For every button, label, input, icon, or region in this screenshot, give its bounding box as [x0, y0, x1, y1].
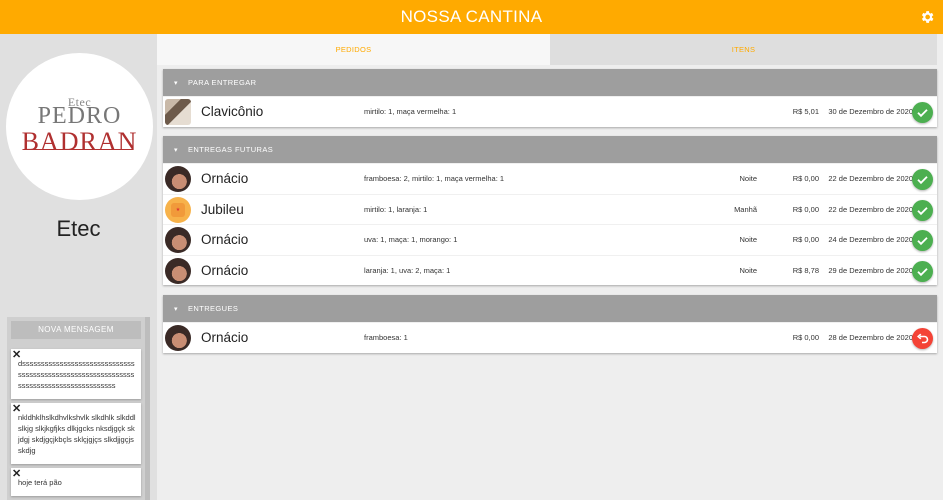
order-date: 22 de Dezembro de 2020 [828, 174, 913, 183]
undo-icon [916, 333, 929, 344]
section-entregas-futuras: ▾ ENTREGAS FUTURAS Ornácio framboesa: 2, … [163, 136, 937, 285]
avatar [165, 227, 191, 253]
order-row: Ornácio framboesa: 2, mirtilo: 1, maça v… [163, 163, 937, 194]
deliver-button[interactable] [912, 260, 933, 282]
message-card: ✕ dsssssssssssssssssssssssssssssssssssss… [11, 349, 141, 399]
new-message-button[interactable]: NOVA MENSAGEM [11, 321, 141, 339]
order-date: 29 de Dezembro de 2020 [828, 265, 913, 275]
order-items: mirtilo: 1, maça vermelha: 1 [364, 107, 457, 116]
order-date: 22 de Dezembro de 2020 [828, 204, 913, 214]
section-header[interactable]: ▾ PARA ENTREGAR [163, 69, 937, 96]
section-title: PARA ENTREGAR [188, 78, 257, 87]
message-text: nkldhklhslkdhvlkshvlk slkdhlk slkddl slk… [18, 413, 136, 455]
message-text: dsssssssssssssssssssssssssssssssssssssss… [18, 359, 135, 390]
order-date: 30 de Dezembro de 2020 [828, 107, 913, 116]
chevron-down-icon: ▾ [174, 80, 178, 87]
check-icon [917, 176, 928, 185]
section-para-entregar: ▾ PARA ENTREGAR Clavicônio mirtilo: 1, ma… [163, 69, 937, 127]
order-period: Manhã [734, 204, 757, 214]
order-price: R$ 0,00 [792, 333, 819, 342]
tab-itens[interactable]: ITENS [550, 34, 937, 65]
chevron-down-icon: ▾ [174, 147, 178, 154]
customer-name: Ornácio [201, 232, 249, 247]
logo-line-2: PEDRO [37, 103, 122, 129]
deliver-button[interactable] [912, 199, 933, 221]
chevron-down-icon: ▾ [174, 306, 178, 313]
deliver-button[interactable] [912, 102, 933, 123]
check-icon [917, 237, 928, 246]
customer-name: Clavicônio [201, 104, 264, 119]
avatar [165, 166, 191, 192]
section-entregues: ▾ ENTREGUES Ornácio framboesa: 1 R$ 0,00 … [163, 295, 937, 353]
check-icon [917, 109, 928, 118]
close-icon[interactable]: ✕ [12, 348, 21, 361]
customer-name: Jubileu [201, 201, 244, 217]
avatar [165, 99, 191, 125]
school-name: Etec [56, 216, 101, 241]
deliver-button[interactable] [912, 230, 933, 251]
avatar: ★ [165, 196, 191, 223]
order-price: R$ 0,00 [792, 204, 819, 214]
message-card: ✕ hoje terá pão [11, 468, 141, 496]
section-title: ENTREGUES [188, 304, 239, 313]
main-content: PEDIDOS ITENS ▾ PARA ENTREGAR Clavicônio … [157, 34, 943, 500]
customer-name: Ornácio [201, 171, 249, 186]
order-period: Noite [739, 174, 757, 183]
order-date: 24 de Dezembro de 2020 [828, 235, 913, 244]
customer-name: Ornácio [201, 262, 249, 278]
message-text: hoje terá pão [18, 478, 62, 487]
customer-name: Ornácio [201, 330, 249, 345]
order-date: 28 de Dezembro de 2020 [828, 333, 913, 342]
app-bar: NOSSA CANTINA [0, 0, 943, 34]
tab-pedidos[interactable]: PEDIDOS [157, 34, 550, 65]
message-card: ✕ nkldhklhslkdhvlkshvlk slkdhlk slkddl s… [11, 403, 141, 464]
school-logo: Etec PEDRO BADRAN [6, 53, 153, 200]
order-price: R$ 0,00 [792, 235, 819, 244]
close-icon[interactable]: ✕ [12, 467, 21, 480]
avatar [165, 257, 191, 284]
deliver-button[interactable] [912, 169, 933, 190]
message-panel: NOVA MENSAGEM ✕ dsssssssssssssssssssssss… [7, 317, 150, 500]
section-header[interactable]: ▾ ENTREGAS FUTURAS [163, 136, 937, 163]
avatar-emblem: ★ [171, 202, 185, 217]
order-price: R$ 8,78 [792, 265, 819, 275]
avatar [165, 325, 191, 351]
section-header[interactable]: ▾ ENTREGUES [163, 295, 937, 322]
logo-line-3: BADRAN [6, 127, 153, 157]
order-items: framboesa: 1 [364, 333, 408, 342]
order-row: ★ Jubileu mirtilo: 1, laranja: 1 Manhã R… [163, 193, 937, 225]
order-items: uva: 1, maça: 1, morango: 1 [364, 235, 458, 244]
order-items: laranja: 1, uva: 2, maça: 1 [364, 265, 451, 275]
sidebar: Etec PEDRO BADRAN Etec NOVA MENSAGEM ✕ d… [0, 34, 157, 500]
order-row: Ornácio laranja: 1, uva: 2, maça: 1 Noit… [163, 254, 937, 286]
order-row: Clavicônio mirtilo: 1, maça vermelha: 1 … [163, 96, 937, 127]
gear-icon[interactable] [919, 9, 935, 25]
order-period: Noite [739, 235, 757, 244]
check-icon [917, 267, 928, 276]
order-period: Noite [739, 265, 757, 275]
app-title: NOSSA CANTINA [400, 7, 543, 26]
order-row: Ornácio framboesa: 1 R$ 0,00 28 de Dezem… [163, 322, 937, 353]
check-icon [917, 206, 928, 215]
order-items: framboesa: 2, mirtilo: 1, maça vermelha:… [364, 174, 505, 183]
close-icon[interactable]: ✕ [12, 402, 21, 415]
order-row: Ornácio uva: 1, maça: 1, morango: 1 Noit… [163, 224, 937, 255]
order-price: R$ 0,00 [792, 174, 819, 183]
section-title: ENTREGAS FUTURAS [188, 145, 274, 154]
order-items: mirtilo: 1, laranja: 1 [364, 204, 428, 214]
tab-bar: PEDIDOS ITENS [157, 34, 937, 65]
message-scrollbar[interactable] [145, 317, 150, 500]
undo-button[interactable] [912, 328, 933, 349]
order-price: R$ 5,01 [792, 107, 819, 116]
